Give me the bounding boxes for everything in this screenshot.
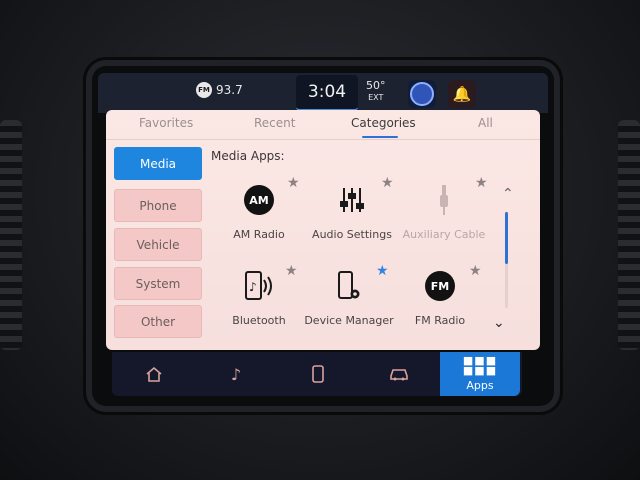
tabs-divider <box>106 139 540 140</box>
device-manager-icon <box>329 266 369 306</box>
scroll-up-chevron-icon[interactable]: ⌃ <box>502 186 514 202</box>
nav-home-button[interactable] <box>124 352 184 396</box>
favorite-star-icon[interactable]: ★ <box>469 263 482 279</box>
section-title: Media Apps: <box>211 149 285 163</box>
nav-phone-button[interactable] <box>288 352 348 396</box>
scroll-down-chevron-icon[interactable]: ⌄ <box>493 315 505 331</box>
fm-radio-icon: FM <box>420 266 460 306</box>
app-label: FM Radio <box>414 314 466 327</box>
app-label: Auxiliary Cable <box>402 228 486 241</box>
tab-all[interactable]: All <box>478 116 493 130</box>
car-icon <box>390 369 408 381</box>
radio-station-label: 93.7 <box>216 83 243 97</box>
notifications-button[interactable]: 🔔 <box>448 80 476 108</box>
right-air-vent <box>618 120 640 350</box>
category-vehicle[interactable]: Vehicle <box>114 228 202 261</box>
category-system[interactable]: System <box>114 267 202 300</box>
home-icon <box>146 366 162 382</box>
tab-categories[interactable]: Categories <box>351 116 416 130</box>
favorite-star-icon[interactable]: ★ <box>475 175 488 191</box>
equalizer-icon <box>332 180 372 220</box>
active-tab-indicator <box>362 136 398 138</box>
navigation-icon <box>410 82 434 106</box>
tab-recent[interactable]: Recent <box>254 116 295 130</box>
nav-apps-button[interactable]: ■■■ ■■■ Apps <box>440 352 520 396</box>
nav-apps-label: Apps <box>466 379 494 392</box>
bell-icon: 🔔 <box>452 85 472 103</box>
temperature-label: EXT <box>368 93 384 102</box>
outside-temperature: 50° EXT <box>366 80 386 104</box>
nav-media-button[interactable]: ♪ <box>206 352 266 396</box>
bluetooth-audio-icon: ♪ <box>239 266 279 306</box>
clock[interactable]: 3:04 <box>296 75 358 111</box>
clock-time: 3:04 <box>307 82 347 102</box>
tab-favorites[interactable]: Favorites <box>139 116 193 130</box>
am-radio-icon: AM <box>239 180 279 220</box>
svg-text:♪: ♪ <box>249 280 257 294</box>
temperature-value: 50° <box>366 79 386 92</box>
apps-grid-icon: ■■■ ■■■ <box>462 354 498 377</box>
phone-icon <box>312 365 324 383</box>
apps-tabs: Favorites Recent Categories All <box>106 112 540 140</box>
now-playing-radio[interactable]: FM 93.7 <box>196 82 243 98</box>
fm-icon: FM <box>196 82 212 98</box>
category-media[interactable]: Media <box>114 147 202 180</box>
left-air-vent <box>0 120 22 350</box>
music-note-icon: ♪ <box>230 364 242 384</box>
nav-vehicle-button[interactable] <box>369 352 429 396</box>
category-other[interactable]: Other <box>114 305 202 338</box>
scrollbar-thumb[interactable] <box>505 212 508 264</box>
category-phone[interactable]: Phone <box>114 189 202 222</box>
navigation-button[interactable] <box>408 80 436 108</box>
aux-cable-icon <box>424 180 464 220</box>
